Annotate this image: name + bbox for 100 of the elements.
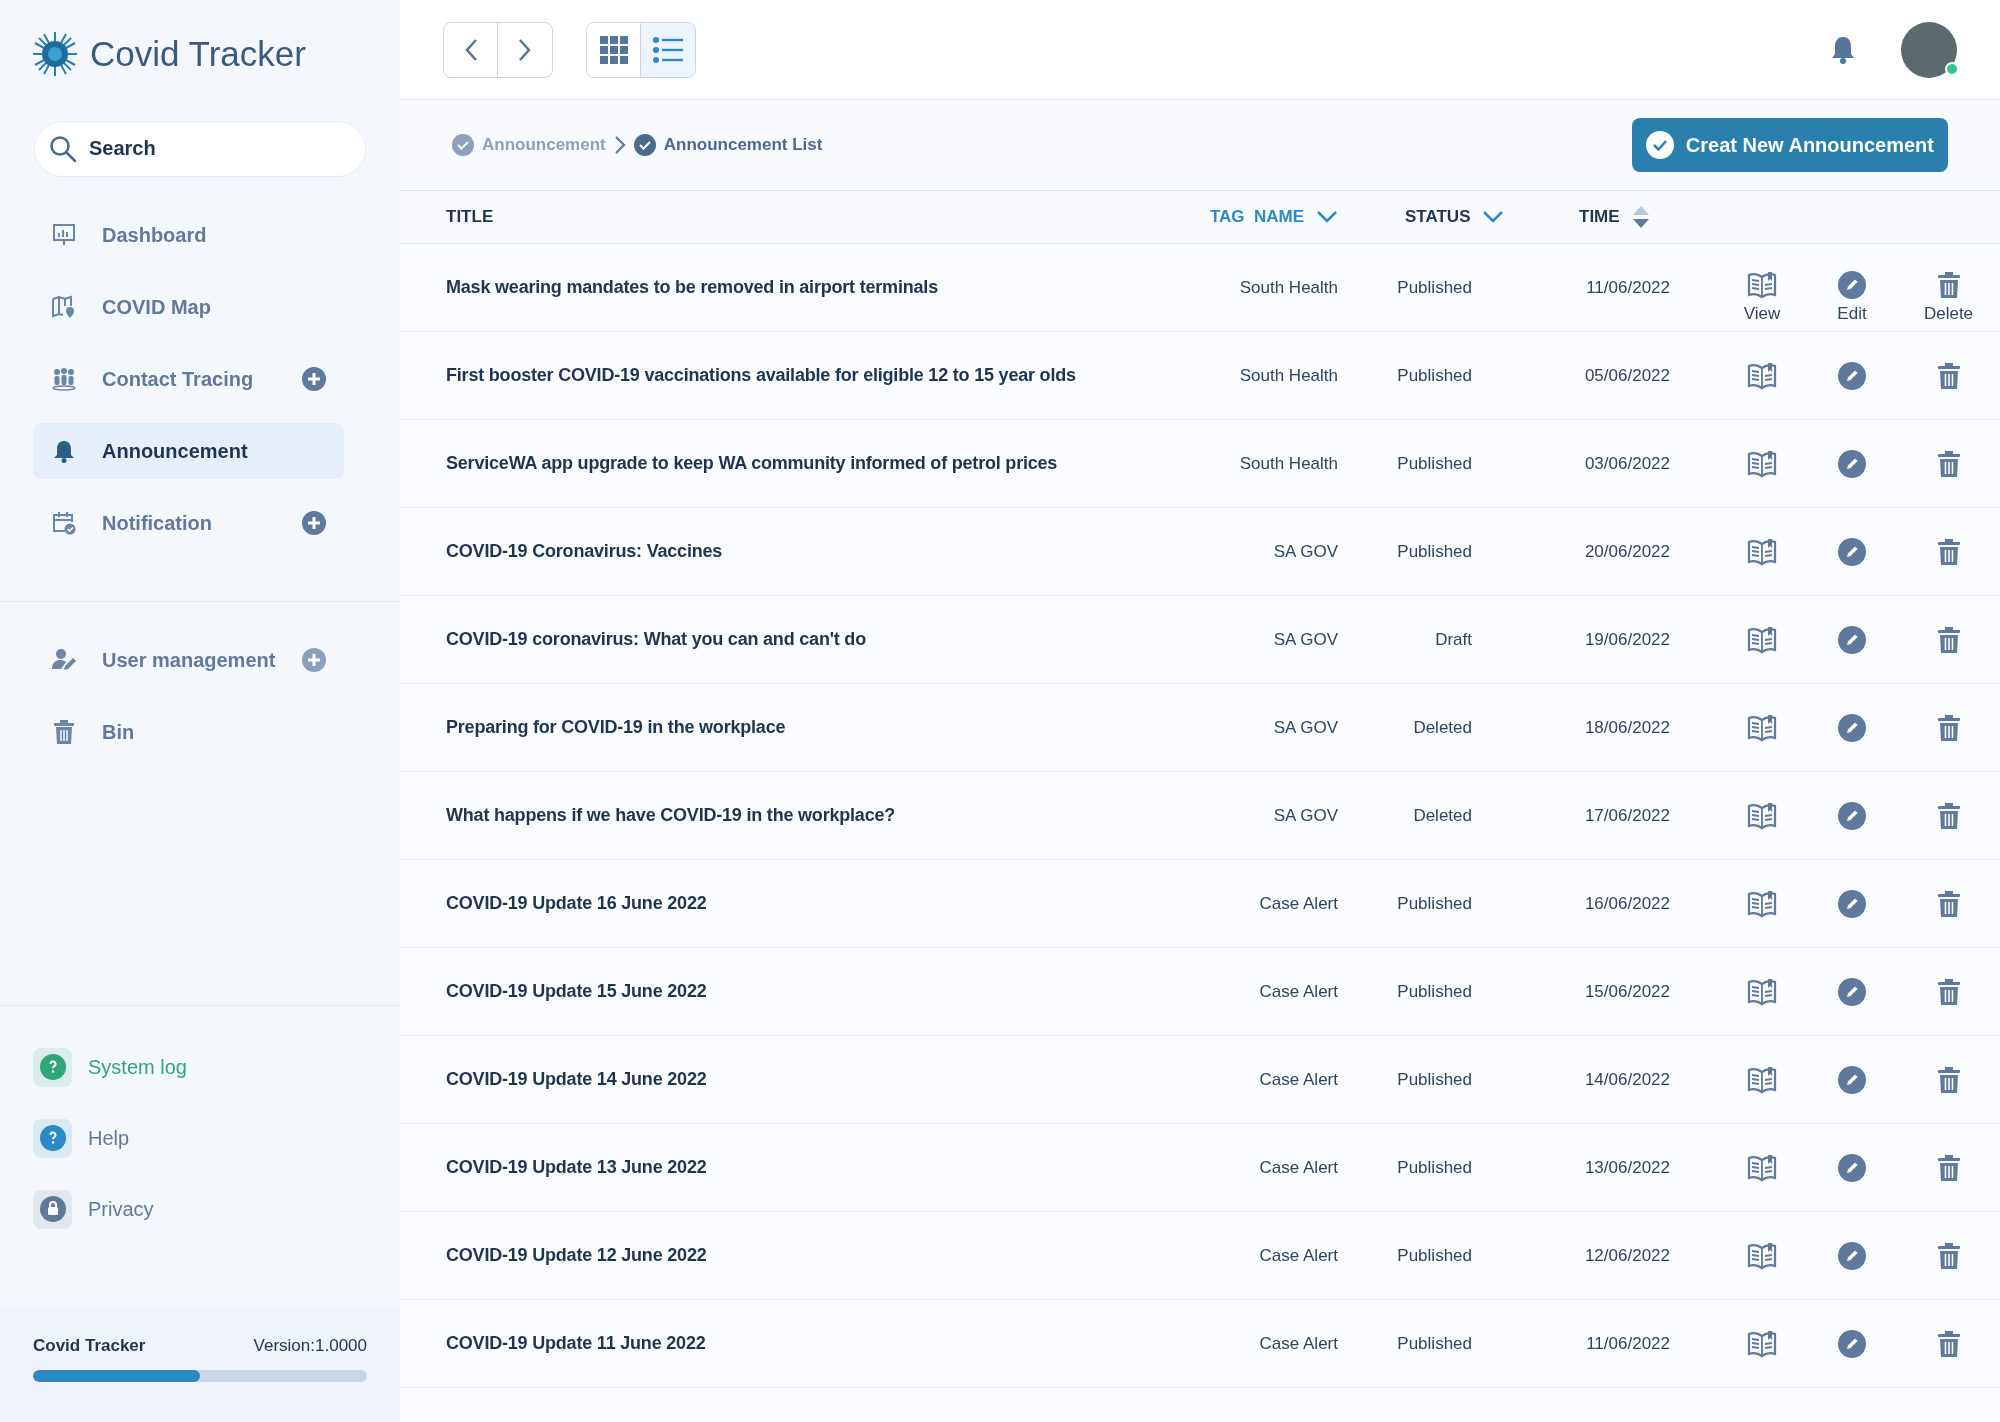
nav-item[interactable]: COVID Map [33, 278, 344, 335]
column-header[interactable]: STATUS [1405, 204, 1471, 230]
virus-logo-icon [32, 31, 78, 78]
date-text: 17/06/2022 [1583, 804, 1670, 827]
grid-view-button[interactable] [587, 22, 641, 77]
edit-pencil-icon[interactable] [1838, 1329, 1866, 1358]
edit-pencil-icon[interactable] [1838, 625, 1866, 654]
status-text: Draft [1434, 628, 1472, 651]
add-icon[interactable] [302, 510, 326, 535]
status-text: Published [1396, 1156, 1472, 1179]
tag-name: SA GOV [1272, 540, 1338, 563]
date-text: 19/06/2022 [1583, 628, 1670, 651]
open-book-icon[interactable] [1747, 801, 1777, 830]
open-book-icon[interactable] [1747, 1153, 1777, 1182]
edit-pencil-icon[interactable] [1838, 361, 1866, 390]
open-book-icon[interactable] [1747, 889, 1777, 918]
trash-icon[interactable] [1936, 449, 1961, 478]
tag-name: SA GOV [1272, 628, 1338, 651]
tag-name: Case Alert [1258, 1068, 1338, 1091]
open-book-icon[interactable] [1747, 270, 1777, 299]
support-link[interactable]: Help [33, 1118, 367, 1158]
calendar-check-icon [51, 509, 77, 536]
action-label: View [1743, 302, 1781, 325]
announcement-title[interactable]: Preparing for COVID-19 in the workplace [446, 717, 786, 737]
announcement-title[interactable]: COVID-19 Coronavirus: Vaccines [446, 541, 723, 561]
list-view-button[interactable] [641, 22, 695, 77]
announcement-title[interactable]: COVID-19 Update 12 June 2022 [446, 1245, 707, 1265]
trash-icon[interactable] [1936, 1065, 1961, 1094]
open-book-icon[interactable] [1747, 361, 1777, 390]
chevron-down-icon[interactable] [1316, 210, 1338, 224]
edit-pencil-icon[interactable] [1838, 1065, 1866, 1094]
trash-icon[interactable] [1936, 1241, 1961, 1270]
open-book-icon[interactable] [1747, 1241, 1777, 1270]
announcement-title[interactable]: ServiceWA app upgrade to keep WA community informed of petrol prices [446, 453, 1058, 473]
announcement-title[interactable]: COVID-19 Update 11 June 2022 [446, 1333, 706, 1353]
announcement-title[interactable]: Mask wearing mandates to be removed in airport terminals [446, 277, 938, 297]
nav-item[interactable]: User management [33, 631, 344, 688]
trash-icon[interactable] [1936, 801, 1961, 830]
nav-item[interactable]: Notification [33, 494, 344, 551]
edit-pencil-icon[interactable] [1838, 1241, 1866, 1270]
edit-pencil-icon[interactable] [1838, 270, 1866, 299]
trash-icon[interactable] [1936, 977, 1961, 1006]
edit-pencil-icon[interactable] [1838, 713, 1866, 742]
edit-pencil-icon[interactable] [1838, 801, 1866, 830]
edit-pencil-icon[interactable] [1838, 449, 1866, 478]
chevron-right-icon [518, 37, 532, 62]
chevron-down-icon[interactable] [1482, 210, 1505, 224]
date-text: 20/06/2022 [1583, 540, 1670, 563]
status-text: Published [1396, 276, 1472, 299]
announcement-title[interactable]: First booster COVID-19 vaccinations available for eligible 12 to 15 year olds [446, 365, 1076, 385]
search-icon [49, 134, 77, 163]
nav-item[interactable]: Contact Tracing [33, 350, 344, 407]
breadcrumb-link[interactable]: Announcement List [663, 132, 823, 158]
announcement-title[interactable]: COVID-19 coronavirus: What you can and can't do [446, 629, 866, 649]
open-book-icon[interactable] [1747, 537, 1777, 566]
action-label: Delete [1923, 302, 1974, 325]
add-icon[interactable] [302, 366, 326, 391]
trash-icon[interactable] [1936, 889, 1961, 918]
add-icon[interactable] [302, 647, 326, 672]
bell-icon[interactable] [1830, 34, 1856, 65]
announcement-title[interactable]: COVID-19 Update 15 June 2022 [446, 981, 707, 1001]
edit-pencil-icon[interactable] [1838, 537, 1866, 566]
date-text: 16/06/2022 [1583, 892, 1670, 915]
column-header[interactable]: TIME [1579, 204, 1620, 230]
search-field[interactable]: Search [34, 120, 366, 177]
date-text: 11/06/2022 [1585, 1332, 1670, 1355]
open-book-icon[interactable] [1747, 1329, 1777, 1358]
trash-icon[interactable] [1936, 537, 1961, 566]
column-header[interactable]: TAG NAME [1209, 204, 1304, 230]
open-book-icon[interactable] [1747, 449, 1777, 478]
trash-icon[interactable] [1936, 1153, 1961, 1182]
status-text: Deleted [1412, 804, 1472, 827]
trash-icon[interactable] [1936, 713, 1961, 742]
edit-pencil-icon[interactable] [1838, 1153, 1866, 1182]
tag-name: South Health [1238, 452, 1338, 475]
date-text: 12/06/2022 [1583, 1244, 1670, 1267]
create-announcement-button[interactable]: Creat New Announcement [1631, 118, 1948, 172]
status-text: Published [1396, 364, 1472, 387]
trash-icon[interactable] [1936, 361, 1961, 390]
open-book-icon[interactable] [1747, 977, 1777, 1006]
trash-icon[interactable] [1936, 1329, 1961, 1358]
nav-item[interactable]: Announcement [33, 422, 344, 479]
open-book-icon[interactable] [1747, 625, 1777, 654]
open-book-icon[interactable] [1747, 1065, 1777, 1094]
announcement-title[interactable]: What happens if we have COVID-19 in the workplace? [446, 805, 896, 825]
status-text: Published [1396, 892, 1472, 915]
footer-app-name: Covid Tracker [33, 1334, 146, 1357]
open-book-icon[interactable] [1747, 713, 1777, 742]
sort-icon[interactable] [1631, 205, 1650, 229]
tag-name: Case Alert [1258, 1332, 1338, 1355]
support-link[interactable]: Privacy [33, 1189, 367, 1229]
announcement-title[interactable]: COVID-19 Update 13 June 2022 [446, 1157, 707, 1177]
edit-pencil-icon[interactable] [1838, 977, 1866, 1006]
announcement-title[interactable]: COVID-19 Update 14 June 2022 [446, 1069, 707, 1089]
announcement-title[interactable]: COVID-19 Update 16 June 2022 [446, 893, 707, 913]
nav-item[interactable]: Bin [33, 703, 344, 760]
trash-icon[interactable] [1936, 625, 1961, 654]
trash-icon[interactable] [1936, 270, 1961, 299]
edit-pencil-icon[interactable] [1838, 889, 1866, 918]
nav-item[interactable]: Dashboard [33, 206, 344, 263]
